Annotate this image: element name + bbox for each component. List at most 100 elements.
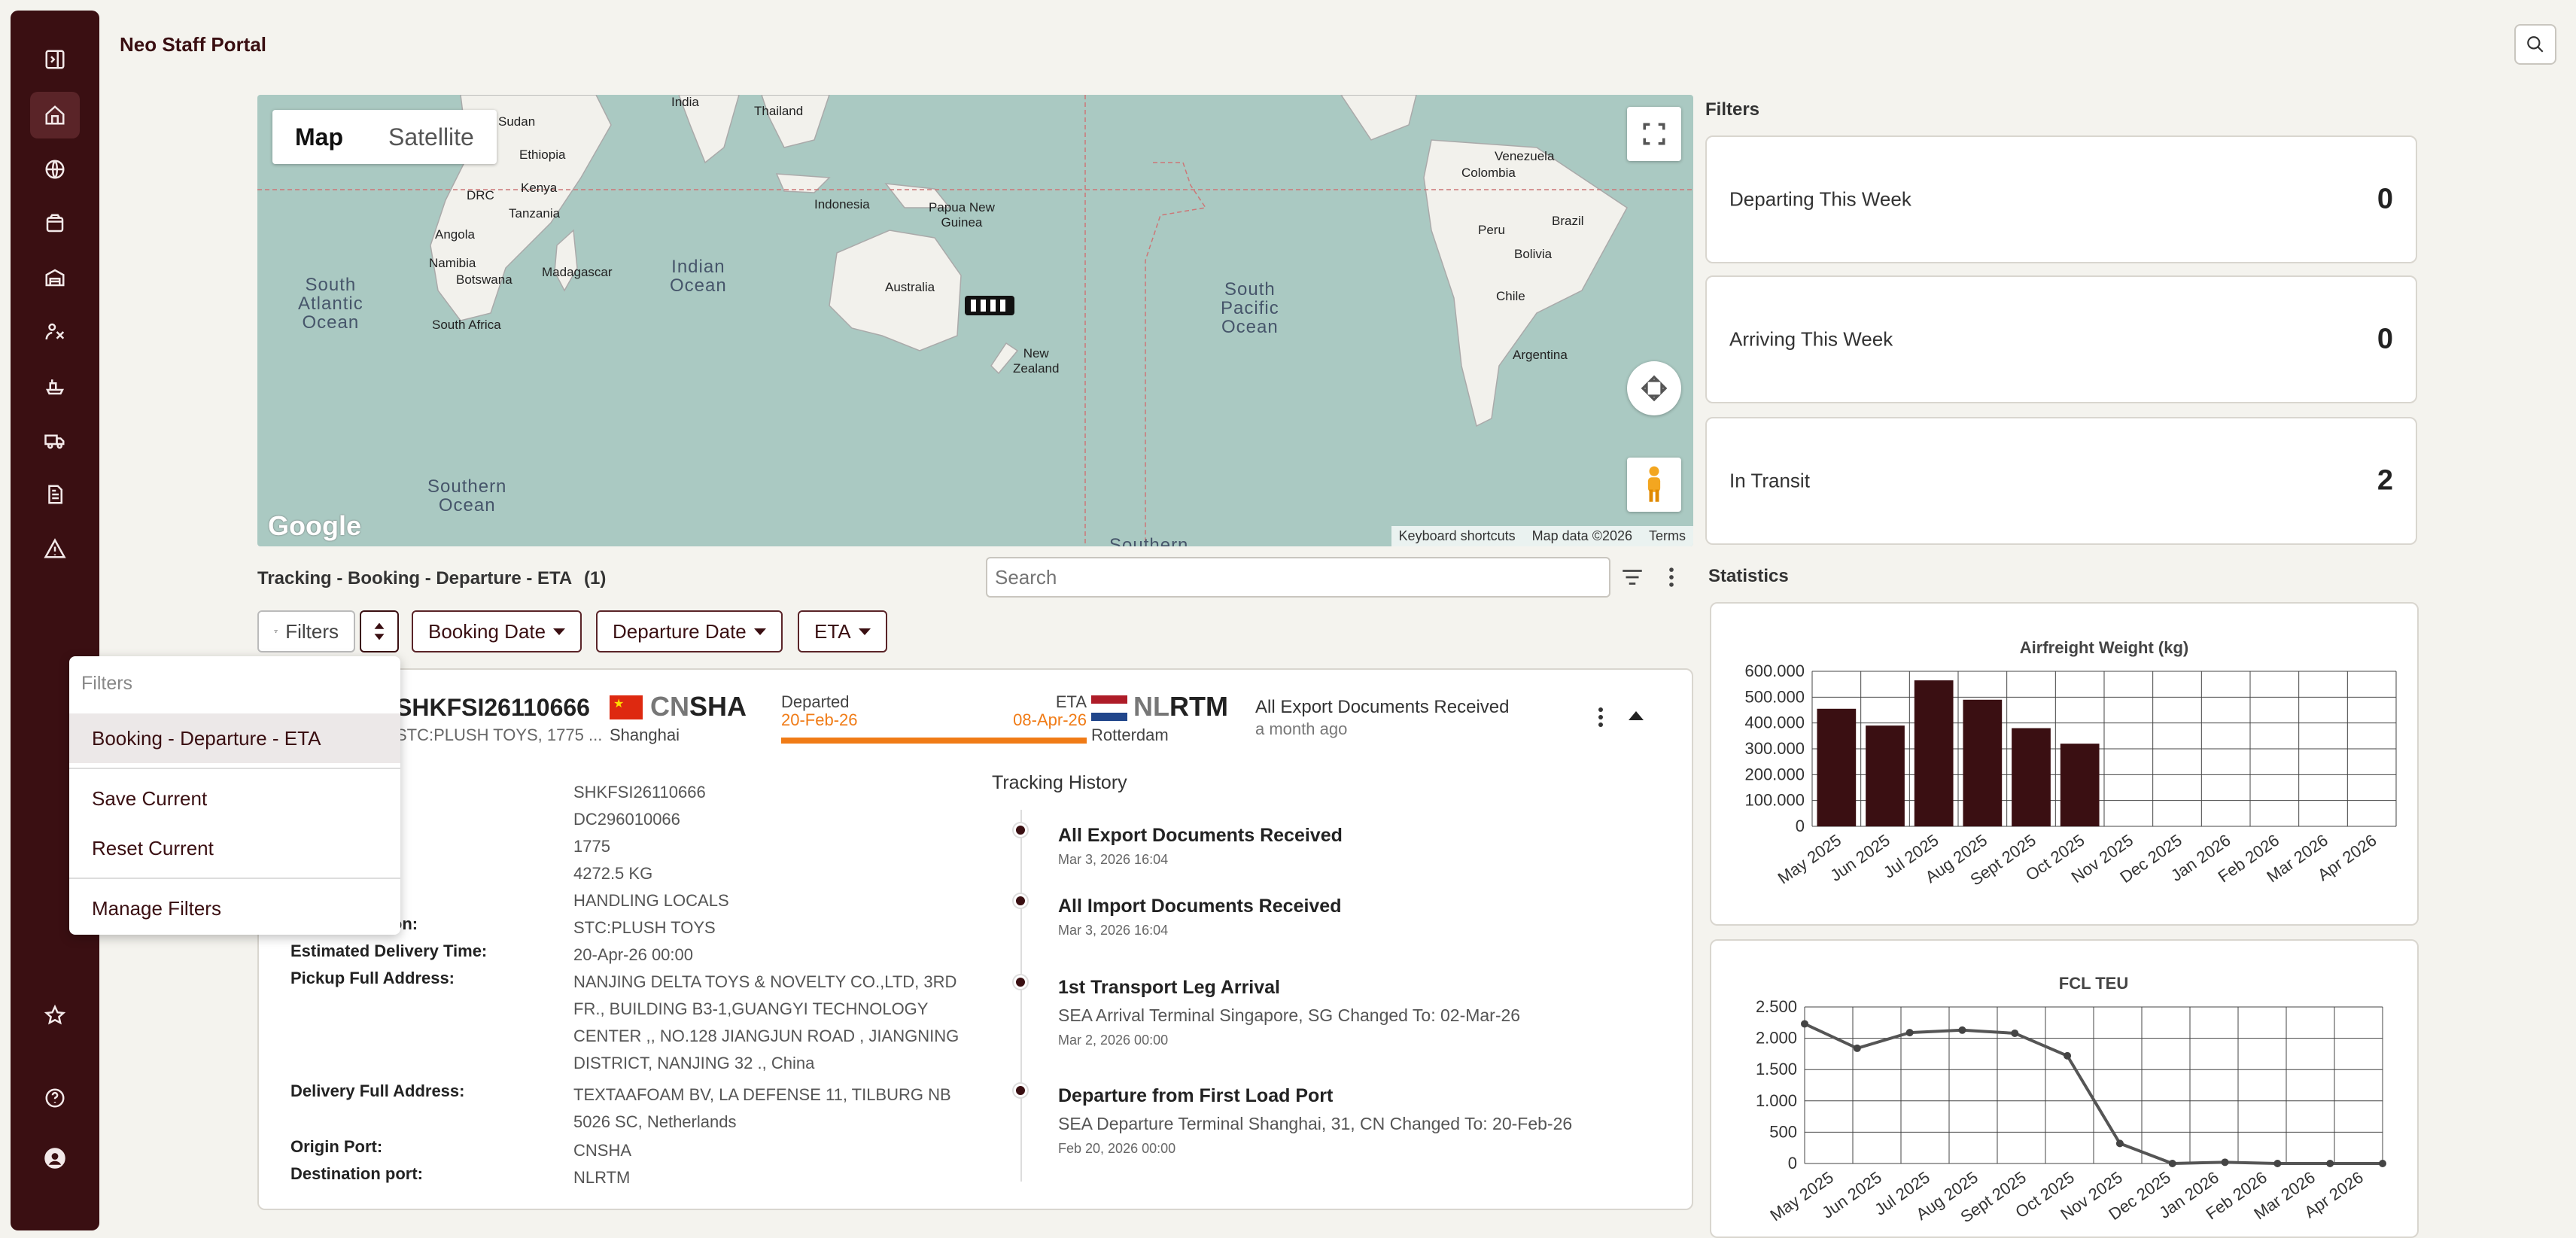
destination-country: NL — [1133, 691, 1169, 722]
shipment-more-button[interactable] — [1595, 706, 1606, 732]
detail-value: NLRTM — [573, 1168, 631, 1187]
street-view-button[interactable] — [1627, 458, 1681, 512]
data-point — [2326, 1160, 2334, 1167]
y-tick-label: 500 — [1769, 1122, 1797, 1141]
google-logo: Google — [268, 510, 361, 541]
data-point — [2011, 1029, 2019, 1037]
caret-up-icon — [1629, 711, 1644, 720]
ship-icon[interactable] — [30, 363, 80, 409]
history-title: Departure from First Load Port — [1058, 1085, 1334, 1106]
sort-icon — [1623, 570, 1642, 585]
terms-link[interactable]: Terms — [1649, 528, 1686, 544]
globe-icon[interactable] — [30, 146, 80, 193]
stat-label: Arriving This Week — [1729, 327, 1893, 351]
airfreight-chart-card: Airfreight Weight (kg) 600.000 500.000 400.… — [1710, 602, 2419, 926]
map-label-country: Botswana — [456, 272, 512, 287]
fullscreen-button[interactable] — [1627, 107, 1681, 161]
map-label-country: Brazil — [1552, 214, 1584, 228]
sidebar-toggle-icon[interactable] — [30, 36, 80, 83]
more-vertical-icon — [1669, 567, 1674, 587]
camera-control-button[interactable] — [1627, 361, 1681, 415]
eta-filter[interactable]: ETA — [798, 610, 887, 652]
detail-key: Estimated Delivery Time: — [290, 941, 488, 960]
map-view-button[interactable]: Map — [272, 110, 366, 164]
filter-preset-toggle[interactable] — [360, 610, 399, 652]
booking-date-filter[interactable]: Booking Date — [412, 610, 582, 652]
destination-code: NLRTM — [1133, 691, 1228, 722]
bar — [1914, 680, 1954, 826]
history-date: Feb 20, 2026 00:00 — [1058, 1141, 1176, 1156]
more-options-button[interactable] — [1659, 564, 1684, 594]
package-icon[interactable] — [30, 200, 80, 247]
map-label-south-pacific: South Pacific Ocean — [1221, 279, 1279, 338]
map-label-country: Sudan — [498, 114, 536, 129]
save-current-item[interactable]: Save Current — [69, 774, 400, 823]
filter-preset-item[interactable]: Booking - Departure - ETA — [69, 713, 400, 763]
customs-icon[interactable] — [30, 309, 80, 355]
search-input[interactable] — [986, 557, 1610, 598]
reset-current-item[interactable]: Reset Current — [69, 823, 400, 873]
caret-down-icon — [553, 628, 566, 635]
y-tick-label: 500.000 — [1744, 687, 1805, 706]
map-label-southern: Southern — [1109, 535, 1189, 546]
star-icon[interactable] — [30, 992, 80, 1039]
latest-event-time: a month ago — [1255, 719, 1348, 738]
fullscreen-icon — [1643, 123, 1665, 145]
y-tick-label: 2.500 — [1756, 997, 1797, 1016]
detail-value: SHKFSI26110666 — [573, 783, 706, 802]
history-dot — [1014, 894, 1027, 908]
y-tick-label: 300.000 — [1744, 739, 1805, 758]
home-icon[interactable] — [30, 92, 80, 138]
map-label-country: Tanzania — [509, 206, 561, 221]
stat-card-departing[interactable]: Departing This Week 0 — [1705, 135, 2417, 263]
history-timeline-line — [1020, 810, 1022, 1182]
filters-button[interactable]: Filters — [257, 610, 355, 652]
y-tick-label: 400.000 — [1744, 713, 1805, 732]
departed-date: 20-Feb-26 — [781, 710, 858, 729]
china-flag-icon: ★ — [610, 695, 643, 719]
warehouse-icon[interactable] — [30, 254, 80, 301]
map-label-country: Indonesia — [814, 197, 870, 211]
user-icon[interactable] — [30, 1135, 80, 1182]
tracking-count: (1) — [584, 568, 607, 589]
search-icon — [2527, 36, 2544, 53]
history-date: Mar 3, 2026 16:04 — [1058, 923, 1169, 938]
map[interactable]: Map Satellite South Atlantic Ocean India… — [257, 95, 1693, 546]
history-dot — [1014, 1084, 1027, 1097]
progress-fill — [781, 738, 1087, 744]
collapse-button[interactable] — [1629, 710, 1644, 725]
truck-icon[interactable] — [30, 417, 80, 464]
history-date: Mar 3, 2026 16:04 — [1058, 852, 1169, 867]
bar — [2012, 728, 2051, 826]
y-tick-label: 1.000 — [1756, 1091, 1797, 1110]
sort-button[interactable] — [1620, 564, 1645, 594]
detail-value: CNSHA — [573, 1141, 632, 1160]
history-subtitle: SEA Departure Terminal Shanghai, 31, CN … — [1058, 1114, 1573, 1133]
departure-date-filter[interactable]: Departure Date — [596, 610, 783, 652]
chip-label: ETA — [814, 619, 851, 643]
shipment-card[interactable]: SHKFSI26110666 STC:PLUSH TOYS, 1775 ... … — [257, 668, 1693, 1210]
help-icon[interactable] — [30, 1075, 80, 1121]
map-label-country: Bolivia — [1514, 247, 1553, 261]
detail-value: HANDLING LOCALS — [573, 891, 729, 910]
history-date: Mar 2, 2026 00:00 — [1058, 1033, 1169, 1048]
stat-card-in-transit[interactable]: In Transit 2 — [1705, 417, 2417, 545]
map-label-south-atlantic: South Atlantic Ocean — [298, 275, 363, 333]
stat-card-arriving[interactable]: Arriving This Week 0 — [1705, 275, 2417, 403]
pegman-icon — [1647, 466, 1661, 502]
manage-filters-item[interactable]: Manage Filters — [69, 884, 400, 933]
y-tick-label: 0 — [1796, 817, 1805, 835]
sort-updown-icon — [374, 622, 385, 640]
document-icon[interactable] — [30, 471, 80, 518]
menu-divider — [69, 878, 400, 879]
map-label-southern-ocean: Southern Ocean — [427, 476, 507, 516]
satellite-view-button[interactable]: Satellite — [366, 110, 497, 164]
keyboard-shortcuts-link[interactable]: Keyboard shortcuts — [1399, 528, 1516, 544]
map-label-country: Ethiopia — [519, 148, 566, 162]
detail-value: 20-Apr-26 00:00 — [573, 945, 693, 964]
search-button[interactable] — [2514, 24, 2556, 65]
data-point — [1801, 1020, 1808, 1028]
alert-icon[interactable] — [30, 525, 80, 572]
detail-value: DC296010066 — [573, 810, 680, 829]
history-title: All Export Documents Received — [1058, 825, 1343, 846]
